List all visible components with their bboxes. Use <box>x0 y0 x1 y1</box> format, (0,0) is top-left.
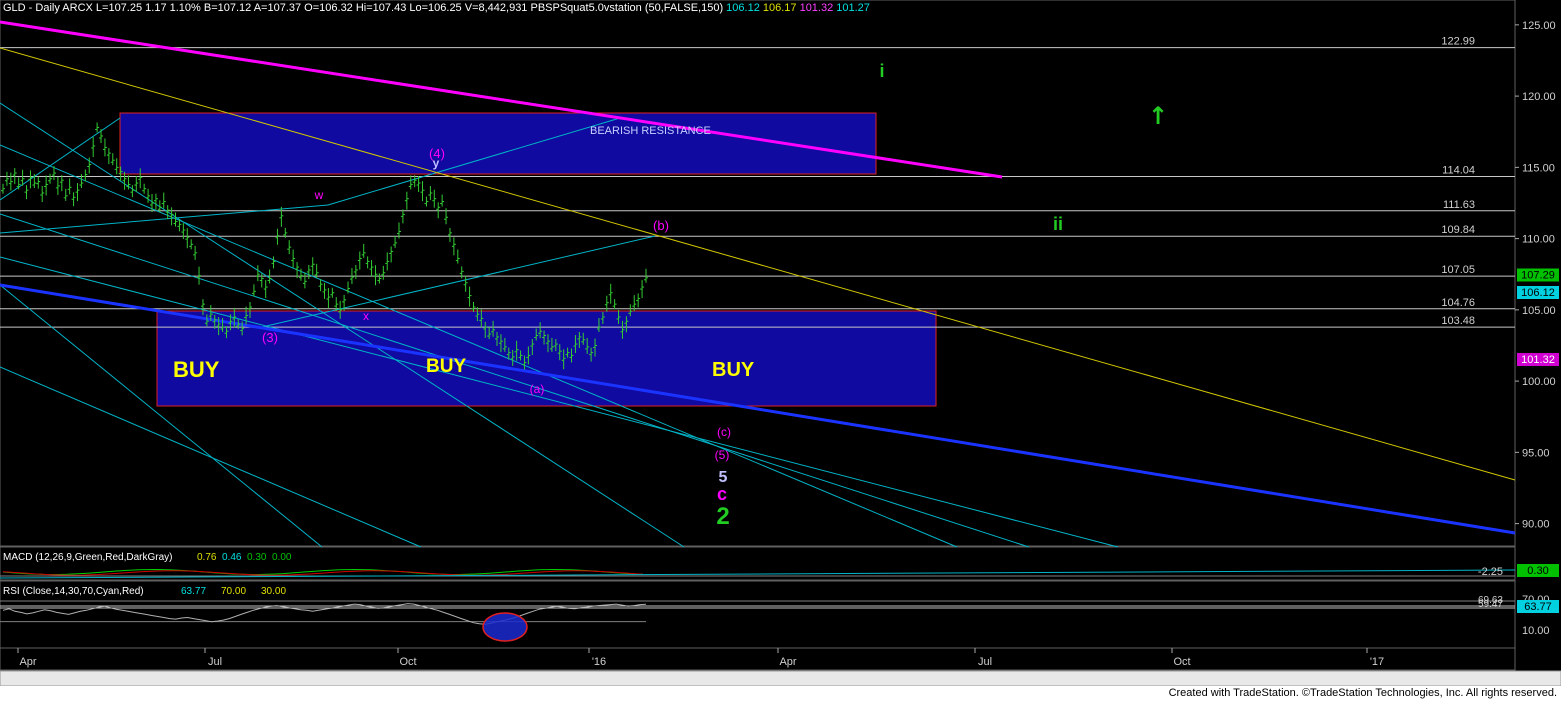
indicator-value-1: 106.17 <box>759 2 797 14</box>
buy-label-0: BUY <box>173 357 220 382</box>
level-label-111.63: 111.63 <box>1443 199 1475 211</box>
rsi-value-2: 30.00 <box>261 586 286 597</box>
wave-label-(5): (5) <box>715 448 730 462</box>
level-label-122.99: 122.99 <box>1441 36 1475 48</box>
indicator-values: 106.12 106.17 101.32 101.27 <box>723 2 870 14</box>
macd-value-1: 0.46 <box>222 552 242 563</box>
time-tick-2: Oct <box>399 656 416 668</box>
wave-label-(3): (3) <box>262 330 278 345</box>
wave-label-green-ii: ii <box>1053 214 1063 234</box>
wave-label-lav-5: 5 <box>719 469 728 486</box>
buy-label-1: BUY <box>426 356 466 377</box>
time-tick-4: Apr <box>779 656 796 668</box>
time-tick-7: '17 <box>1370 656 1384 668</box>
wave-label-lav-y: y <box>433 156 440 170</box>
time-tick-3: '16 <box>592 656 606 668</box>
resistance-zone <box>119 112 877 175</box>
indicator-value-2: 101.32 <box>796 2 834 14</box>
wave-label-(b): (b) <box>653 218 669 233</box>
price-tick-120.00: 120.00 <box>1522 91 1556 103</box>
rsi-highlight-circle <box>482 612 528 642</box>
price-tag-1: 106.12 <box>1521 287 1555 299</box>
bearish-resistance-label: BEARISH RESISTANCE <box>590 125 711 137</box>
time-tick-1: Jul <box>208 656 222 668</box>
level-label-107.05: 107.05 <box>1441 264 1475 276</box>
time-axis-frame <box>0 647 1516 671</box>
wave-label-w: w <box>314 188 324 202</box>
level-label-104.76: 104.76 <box>1441 297 1475 309</box>
time-tick-0: Apr <box>19 656 36 668</box>
chart-canvas: 122.99 114.04 111.63 109.84 107.05 104.76 103.… <box>0 0 1561 686</box>
symbol-line: GLD - Daily ARCX L=107.25 1.17 1.10% B=1… <box>3 2 724 14</box>
rsi-tag: 63.77 <box>1524 601 1552 613</box>
buy-zone <box>156 310 937 407</box>
macd-value-2: 0.30 <box>247 552 267 563</box>
up-arrow-icon: ↑ <box>1148 102 1168 130</box>
wave-label-(c): (c) <box>717 425 731 439</box>
price-tick-95.00: 95.00 <box>1522 447 1550 459</box>
copyright-text: Created with TradeStation. ©TradeStation… <box>1168 687 1557 699</box>
macd-tag: 0.30 <box>1527 565 1548 577</box>
indicator-value-0: 106.12 <box>723 2 760 14</box>
buy-label-2: BUY <box>712 359 755 381</box>
indicator-value-3: 101.27 <box>833 2 870 14</box>
macd-label: MACD (12,26,9,Green,Red,DarkGray) <box>3 552 173 563</box>
price-tick-125.00: 125.00 <box>1522 20 1556 32</box>
rsi-value-1: 70.00 <box>221 586 246 597</box>
price-tick-115.00: 115.00 <box>1522 162 1555 174</box>
rsi-value-0: 63.77 <box>181 586 206 597</box>
price-tag-0: 107.29 <box>1521 270 1555 282</box>
wave-label-green-i: i <box>879 61 884 81</box>
time-tick-5: Jul <box>978 656 992 668</box>
price-tick-110.00: 110.00 <box>1522 234 1555 246</box>
level-label-114.04: 114.04 <box>1442 165 1475 177</box>
footer: Created with TradeStation. ©TradeStation… <box>0 686 1561 702</box>
price-tick-105.00: 105.00 <box>1522 305 1556 317</box>
level-label-103.48: 103.48 <box>1441 315 1475 327</box>
level-label-109.84: 109.84 <box>1441 224 1475 236</box>
scrollbar-track <box>0 670 1561 686</box>
rsi-axis-tick-1: 10.00 <box>1522 625 1550 637</box>
rsi-overlay-tick-1: 59.47 <box>1478 599 1503 610</box>
macd-axis-value: -2.25 <box>1478 566 1503 578</box>
macd-value-0: 0.76 <box>197 552 217 563</box>
wave-label-green-2: 2 <box>716 503 729 530</box>
price-tag-2: 101.32 <box>1521 354 1555 366</box>
macd-value-3: 0.00 <box>272 552 292 563</box>
price-tick-100.00: 100.00 <box>1522 376 1556 388</box>
price-tick-90.00: 90.00 <box>1522 519 1550 531</box>
wave-label-(a): (a) <box>530 382 545 396</box>
wave-label-c: c <box>717 484 727 504</box>
rsi-label: RSI (Close,14,30,70,Cyan,Red) <box>3 586 144 597</box>
chart-header: GLD - Daily ARCX L=107.25 1.17 1.10% B=1… <box>3 2 870 14</box>
wave-label-x: x <box>363 309 369 323</box>
time-tick-6: Oct <box>1173 656 1190 668</box>
